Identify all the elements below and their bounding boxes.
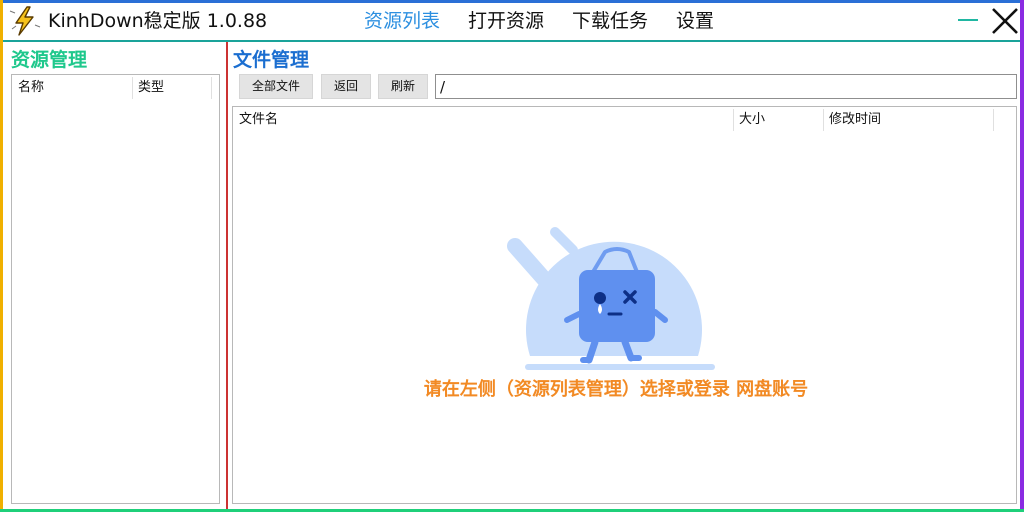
all-files-button[interactable]: 全部文件 — [239, 74, 313, 99]
column-divider — [993, 109, 994, 131]
column-header-name[interactable]: 名称 — [18, 76, 44, 100]
column-divider — [211, 77, 212, 99]
app-title: KinhDown稳定版 1.0.88 — [48, 10, 268, 32]
back-button[interactable]: 返回 — [321, 74, 371, 99]
column-header-modified[interactable]: 修改时间 — [829, 108, 881, 132]
column-header-filename[interactable]: 文件名 — [239, 108, 278, 132]
lightning-icon — [9, 6, 41, 36]
window-edge-right — [1020, 0, 1024, 512]
column-divider — [823, 109, 824, 131]
file-table-header: 文件名 大小 修改时间 — [233, 107, 1016, 133]
empty-state-message: 请在左侧（资源列表管理）选择或登录 网盘账号 — [423, 379, 809, 400]
empty-box-icon — [507, 227, 715, 370]
nav-tab-settings[interactable]: 设置 — [676, 8, 714, 34]
minimize-icon[interactable] — [956, 8, 980, 32]
resource-list[interactable]: 名称 类型 — [11, 74, 220, 504]
refresh-button[interactable]: 刷新 — [378, 74, 428, 99]
column-header-type[interactable]: 类型 — [138, 76, 164, 100]
window-edge-left — [0, 0, 3, 512]
column-divider — [733, 109, 734, 131]
title-separator — [3, 40, 1020, 42]
nav-tab-open-resource[interactable]: 打开资源 — [468, 8, 544, 34]
path-input[interactable] — [435, 74, 1017, 99]
file-management-heading: 文件管理 — [233, 49, 310, 71]
close-icon[interactable] — [990, 6, 1020, 36]
column-header-size[interactable]: 大小 — [739, 108, 765, 132]
nav-tab-download-tasks[interactable]: 下载任务 — [572, 8, 648, 34]
column-divider — [132, 77, 133, 99]
nav-tab-resource-list[interactable]: 资源列表 — [364, 8, 440, 34]
resource-management-heading: 资源管理 — [11, 49, 88, 71]
panel-separator — [226, 42, 228, 509]
